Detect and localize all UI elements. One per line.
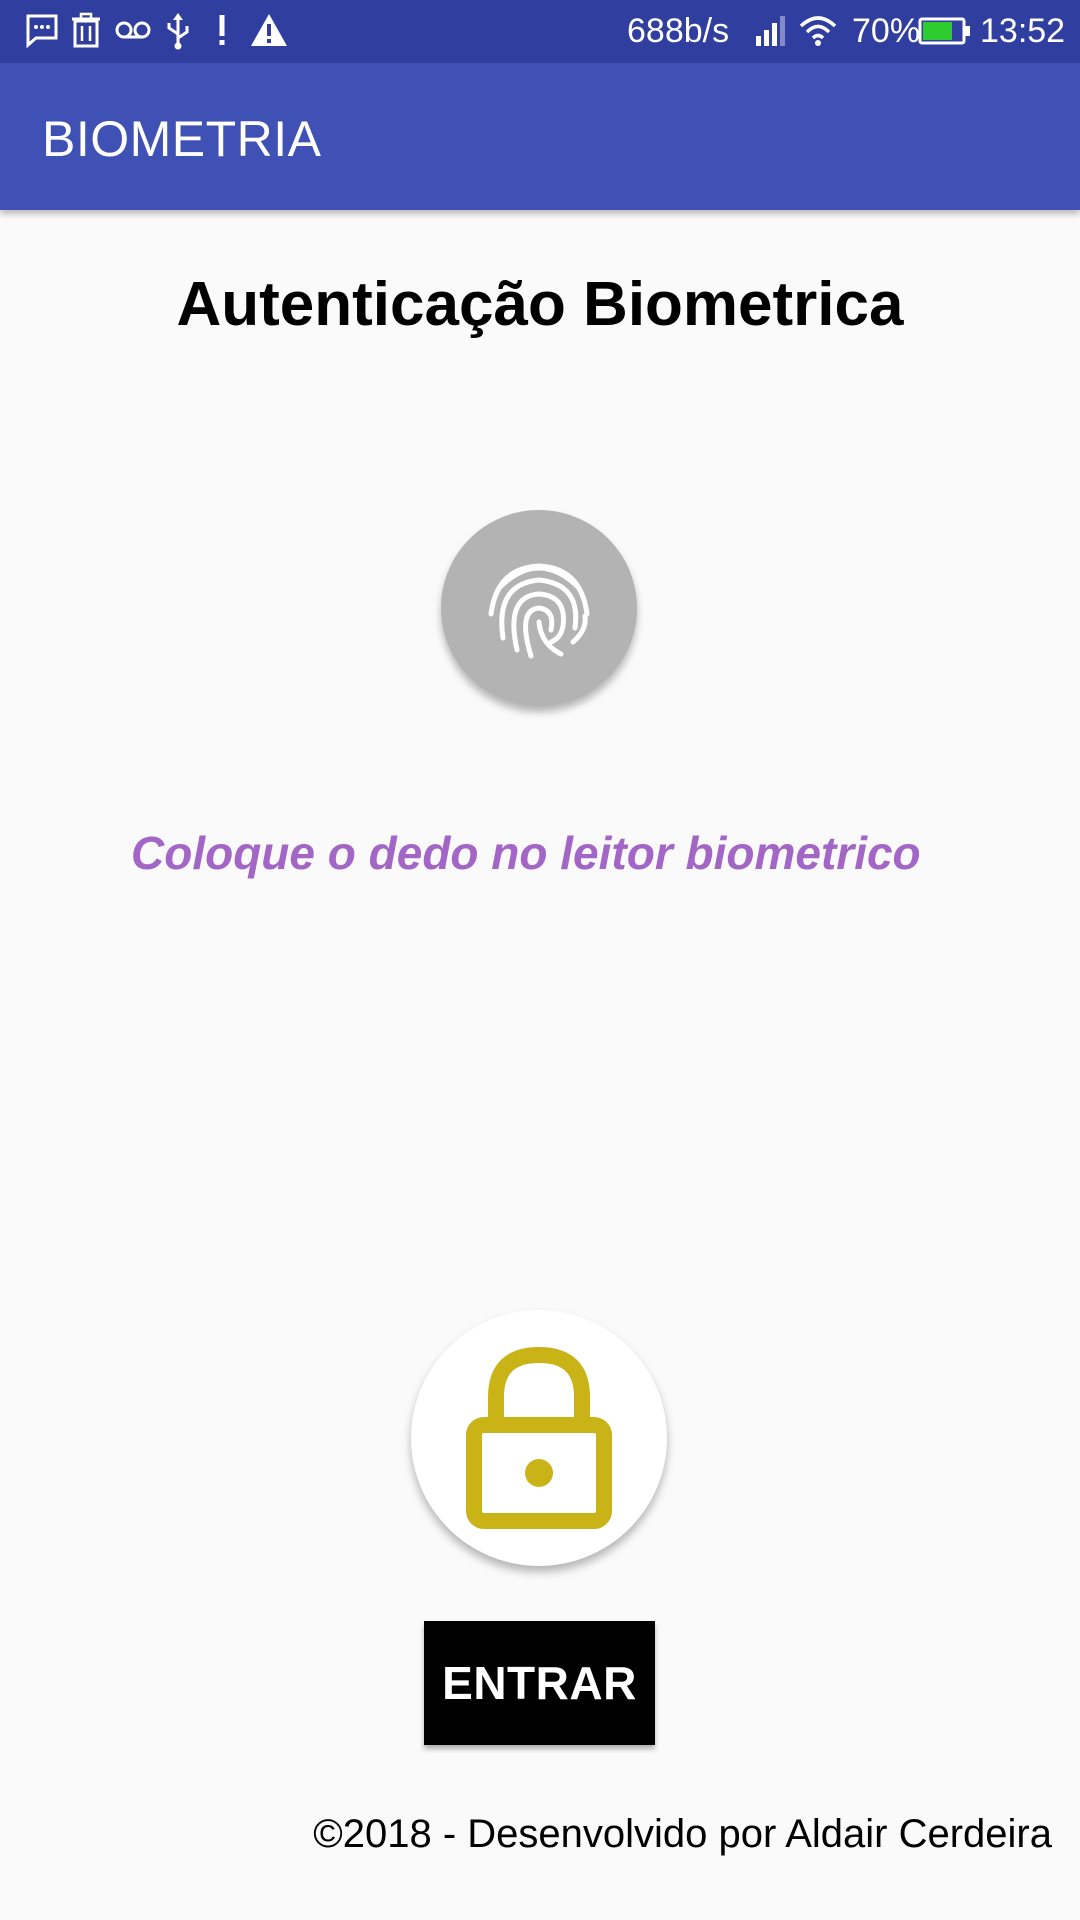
warning-icon bbox=[250, 12, 288, 50]
alert-icon bbox=[214, 12, 230, 50]
fingerprint-icon bbox=[488, 563, 590, 659]
lock-icon bbox=[466, 1346, 612, 1529]
page-title: Autenticação Biometrica bbox=[176, 270, 904, 339]
network-speed: 688b/s bbox=[627, 12, 730, 50]
lock-button[interactable] bbox=[411, 1310, 667, 1566]
app-bar: BIOMETRIA bbox=[0, 63, 1080, 210]
fingerprint-button[interactable] bbox=[441, 510, 637, 706]
usb-icon bbox=[162, 12, 194, 50]
message-icon bbox=[24, 12, 60, 50]
trash-icon bbox=[70, 12, 102, 50]
battery-percent: 70% bbox=[852, 12, 921, 50]
instruction-text: Coloque o dedo no leitor biometrico bbox=[131, 827, 921, 879]
voicemail-icon bbox=[114, 12, 152, 50]
enter-button[interactable]: ENTRAR bbox=[424, 1621, 655, 1745]
footer-credit: ©2018 - Desenvolvido por Aldair Cerdeira bbox=[313, 1812, 1052, 1856]
wifi-icon bbox=[798, 12, 838, 50]
status-bar: 688b/s 70% 13:52 bbox=[0, 0, 1080, 63]
signal-icon bbox=[754, 12, 788, 50]
clock: 13:52 bbox=[980, 12, 1066, 50]
battery-icon bbox=[918, 16, 972, 54]
app-title: BIOMETRIA bbox=[42, 111, 322, 167]
